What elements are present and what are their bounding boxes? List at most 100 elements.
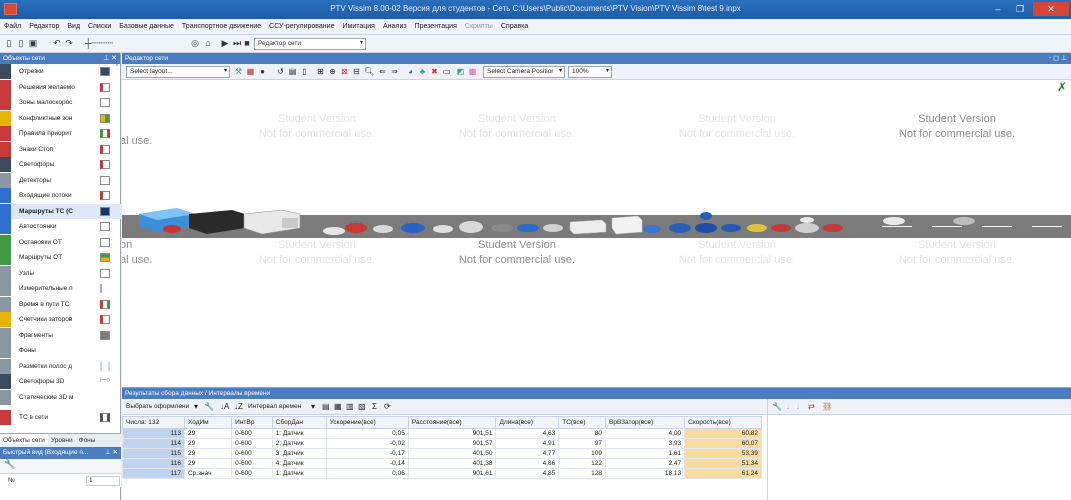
table-cell[interactable]: Ср.знач <box>183 468 233 479</box>
sort-asc-icon[interactable]: ↓A <box>220 402 229 411</box>
pedestrian-icon[interactable]: ♣ <box>418 67 427 76</box>
storyboard-icon[interactable]: ◩ <box>456 67 465 76</box>
table-cell[interactable]: 1,61 <box>605 448 686 459</box>
3d-mode-icon[interactable]: ◕ <box>406 67 415 76</box>
list-item-conflict-areas[interactable]: Конфликтные зон <box>0 110 121 127</box>
table-cell[interactable]: 4: Датчик <box>271 458 327 469</box>
panel-pin-close-icon[interactable]: ⊥ ✕ <box>103 54 117 62</box>
editor-window-controls[interactable]: - ◻ ⊥ <box>1049 54 1067 62</box>
menu-signal-control[interactable]: ССУ-регулирование <box>265 19 338 30</box>
list-item-sections[interactable]: Фрагменты <box>0 327 121 344</box>
menu-view[interactable]: Вид <box>63 19 84 30</box>
list-item-priority-rules[interactable]: Правила приорит <box>0 126 121 142</box>
table-row[interactable]: 116 29 0-600 4: Датчик -0,14 401,38 4,86… <box>122 458 762 469</box>
table-cell[interactable]: 0-600 <box>231 438 273 449</box>
sum-icon[interactable]: Σ <box>372 402 377 411</box>
sort-desc-icon[interactable]: ↓ <box>796 402 800 411</box>
table-cell[interactable]: 4,86 <box>495 458 560 469</box>
van-vehicle[interactable] <box>568 218 608 236</box>
table-cell[interactable]: 113 <box>122 428 185 439</box>
truck-vehicle[interactable] <box>242 206 302 238</box>
zoom-in-icon[interactable]: ⊕ <box>328 67 337 76</box>
car-vehicle[interactable] <box>322 225 346 237</box>
table-cell[interactable]: 0,06 <box>325 468 409 479</box>
zoom-all-icon[interactable]: ⊞ <box>316 67 325 76</box>
save-icon[interactable]: ▣ <box>28 38 38 48</box>
table-cell[interactable]: 61,24 <box>684 468 762 479</box>
simulation-speed-slider[interactable]: ┼┄┄┄┄ <box>80 38 118 48</box>
list-icon[interactable]: ▦ <box>334 402 342 411</box>
tab-backgrounds[interactable]: Фоны <box>76 434 99 444</box>
list-item-pt-stops[interactable]: Остановки ОТ <box>0 234 121 251</box>
table-row[interactable]: 114 29 0-600 2: Датчик -0,02 901,57 4,91… <box>122 438 762 449</box>
car-vehicle[interactable] <box>490 222 514 234</box>
table-cell[interactable]: 0,05 <box>325 428 409 439</box>
record-icon[interactable]: ● <box>258 67 267 76</box>
list-item-stop-signs[interactable]: Знаки Стоп <box>0 141 121 158</box>
table-cell[interactable]: 0-600 <box>231 448 273 459</box>
car-vehicle[interactable] <box>720 222 742 234</box>
column-header[interactable]: Скорость(все) <box>684 416 762 429</box>
car-vehicle[interactable] <box>952 214 976 228</box>
table-cell[interactable]: 114 <box>122 438 185 449</box>
list-item-parking-lots[interactable]: Автостоянки <box>0 219 121 235</box>
list-item-travel-time-sections[interactable]: Время в пути ТС <box>0 296 121 313</box>
zoom-select[interactable]: 100% ▾ <box>568 66 612 78</box>
mode-select[interactable]: Редактор сети ▾ <box>254 38 366 50</box>
car-vehicle[interactable] <box>822 222 844 234</box>
car-vehicle[interactable] <box>432 223 454 235</box>
car-vehicle[interactable] <box>400 221 426 235</box>
redo-icon[interactable]: ↷ <box>64 38 74 48</box>
zoom-out-icon[interactable]: ⊟ <box>352 67 361 76</box>
list-item-vehicle-inputs[interactable]: Входящие потоки <box>0 188 121 204</box>
sort-asc-icon[interactable]: ↓ <box>786 402 790 411</box>
table-cell[interactable]: 2: Датчик <box>271 438 327 449</box>
table-cell[interactable]: 53,39 <box>684 448 762 459</box>
column-header[interactable]: Числа: 132 <box>122 416 185 429</box>
stop-icon[interactable]: ■ <box>242 38 252 48</box>
car-vehicle[interactable] <box>162 222 182 234</box>
table-cell[interactable]: 0-600 <box>231 428 273 439</box>
table-cell[interactable]: 401,38 <box>407 458 497 469</box>
column-header[interactable]: Длина(все) <box>495 416 560 429</box>
undo-icon[interactable]: ↶ <box>52 38 62 48</box>
van-vehicle[interactable] <box>610 212 644 236</box>
car-vehicle[interactable] <box>794 212 820 236</box>
menu-file[interactable]: Файл <box>0 19 25 30</box>
list-item-data-collection-points[interactable]: Измерительные п <box>0 281 121 297</box>
wrench-icon[interactable]: 🔧 <box>4 459 15 469</box>
table-cell[interactable]: 97 <box>558 438 607 449</box>
menu-base-data[interactable]: Базовые данные <box>115 19 178 30</box>
table-cell[interactable]: 128 <box>558 468 607 479</box>
car-vehicle[interactable] <box>746 222 768 234</box>
list-item-backgrounds[interactable]: Фоны <box>0 343 121 359</box>
chevron-down-icon[interactable]: ▾ <box>194 402 198 411</box>
list-item-static-3d-models[interactable]: Статические 3D м <box>0 389 121 406</box>
camera-icon[interactable]: ✖ <box>430 67 439 76</box>
table-cell[interactable]: 18,13 <box>605 468 686 479</box>
list-item-pt-lines[interactable]: Маршруты ОТ <box>0 250 121 266</box>
sort-desc-icon[interactable]: ↓Z <box>234 402 243 411</box>
table-cell[interactable]: 901,57 <box>407 438 497 449</box>
column-header[interactable]: СборДан <box>271 416 327 429</box>
table-cell[interactable]: 0-600 <box>231 468 273 479</box>
screenshot-icon[interactable]: ▤ <box>288 67 297 76</box>
chevron-down-icon[interactable]: ▾ <box>311 402 315 411</box>
layout-dropdown[interactable]: Выбрать оформлени <box>126 403 189 410</box>
rotate-icon[interactable]: ↺ <box>276 67 285 76</box>
car-vehicle[interactable] <box>770 222 792 234</box>
column-header[interactable]: ИнтВр <box>231 416 273 429</box>
column-header[interactable]: Расстояние(все) <box>407 416 497 429</box>
wrench-icon[interactable]: 🔧 <box>772 402 782 411</box>
refresh-icon[interactable]: ⟳ <box>384 402 391 411</box>
filter-icon[interactable]: ▥ <box>346 402 354 411</box>
table-cell[interactable]: 80 <box>558 428 607 439</box>
menu-help[interactable]: Справка <box>497 19 532 30</box>
table-cell[interactable]: 4,63 <box>495 428 560 439</box>
quick-mode-icon[interactable]: ◎ <box>190 38 200 48</box>
table-cell[interactable]: 901,51 <box>407 428 497 439</box>
list-item-desired-speed-decisions[interactable]: Решения желаемо <box>0 79 121 96</box>
column-header[interactable]: ВрВЗатор(все) <box>605 416 686 429</box>
tab-levels[interactable]: Уровни <box>48 434 76 444</box>
wrench-icon[interactable]: 🔧 <box>204 402 214 411</box>
